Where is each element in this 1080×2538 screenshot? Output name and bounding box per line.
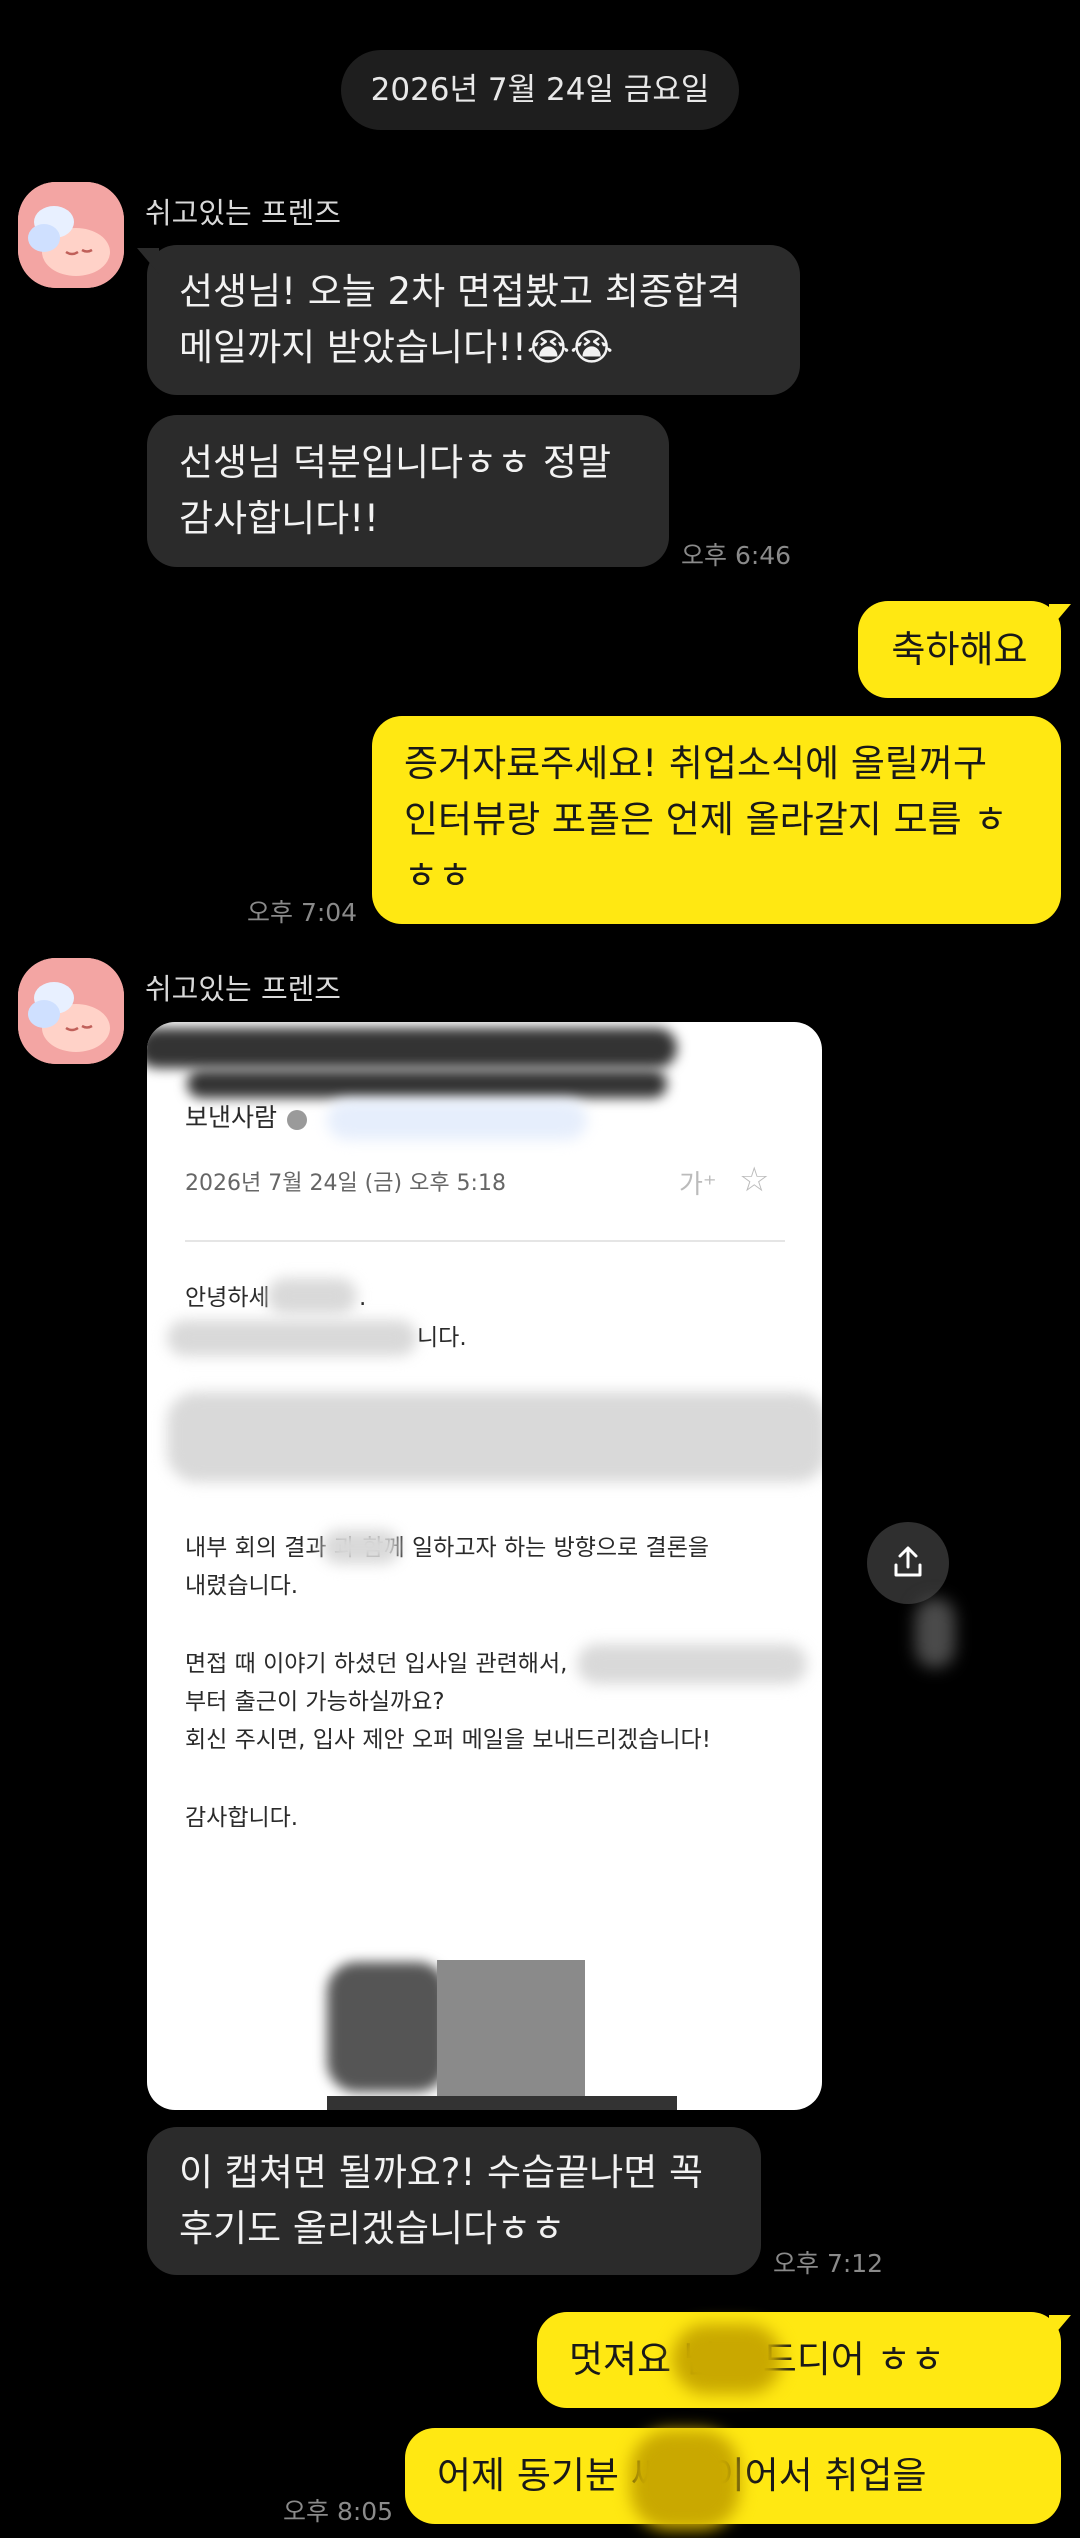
message-bubble-received[interactable]: 선생님 덕분입니다ㅎㅎ 정말 감사합니다!! xyxy=(147,415,669,567)
email-sender-label: 보낸사람 xyxy=(185,1103,278,1132)
email-line: 면접 때 이야기 하셨던 입사일 관련해서, xyxy=(185,1651,568,1677)
redacted-area xyxy=(327,1962,447,2092)
redacted-area xyxy=(167,1320,417,1356)
redacted-area xyxy=(672,2324,782,2394)
email-line: 내부 회의 결과 과 함께 일하고자 하는 방향으로 결론을 xyxy=(185,1535,710,1561)
divider xyxy=(185,1240,785,1242)
redacted-area xyxy=(630,2430,740,2530)
email-closing: 감사합니다. xyxy=(185,1805,299,1831)
redacted-area xyxy=(327,2096,677,2110)
peach-character-icon xyxy=(18,958,124,1064)
redacted-area xyxy=(437,1960,585,2100)
message-bubble-received[interactable]: 이 캡쳐면 될까요?! 수습끝나면 꼭 후기도 올리겠습니다ㅎㅎ xyxy=(147,2127,761,2275)
redacted-area xyxy=(167,1392,822,1482)
font-size-icon: 가⁺ xyxy=(679,1170,717,1200)
friend-avatar[interactable] xyxy=(18,182,124,288)
message-bubble-sent[interactable]: 멋져요 님도 드디어 ㅎㅎ xyxy=(537,2312,1061,2408)
email-screenshot-image[interactable]: 보낸사람 2026년 7월 24일 (금) 오후 5:18 가⁺ ☆ 안녕하세 … xyxy=(147,1022,822,2110)
email-line: 부터 출근이 가능하실까요? xyxy=(185,1689,445,1715)
email-greeting: 안녕하세 xyxy=(185,1285,270,1311)
message-bubble-sent[interactable]: 증거자료주세요! 취업소식에 올릴꺼구 인터뷰랑 포폴은 언제 올라갈지 모름 … xyxy=(372,716,1061,924)
email-line: 니다. xyxy=(417,1325,467,1351)
date-divider: 2026년 7월 24일 금요일 xyxy=(341,50,739,130)
redacted-area xyxy=(322,1530,400,1564)
email-line: 내렸습니다. xyxy=(185,1573,299,1599)
email-greeting-tail: . xyxy=(359,1285,367,1311)
star-outline-icon: ☆ xyxy=(739,1160,770,1200)
chevron-down-icon xyxy=(287,1110,307,1130)
redacted-area xyxy=(327,1100,587,1140)
redacted-area xyxy=(915,1598,955,1668)
message-bubble-received[interactable]: 선생님! 오늘 2차 면접봤고 최종합격 메일까지 받았습니다!!😭😭 xyxy=(147,245,800,395)
redacted-area xyxy=(267,1278,357,1314)
redacted-area xyxy=(187,1070,667,1098)
share-upload-icon xyxy=(894,1546,922,1577)
message-bubble-sent[interactable]: 축하해요 xyxy=(858,601,1061,698)
message-time: 오후 8:05 xyxy=(283,2497,394,2526)
email-line: 회신 주시면, 입사 제안 오퍼 메일을 보내드리겠습니다! xyxy=(185,1727,711,1753)
friend-avatar[interactable] xyxy=(18,958,124,1064)
message-time: 오후 7:12 xyxy=(773,2249,884,2278)
redacted-area xyxy=(147,1028,677,1068)
email-date: 2026년 7월 24일 (금) 오후 5:18 xyxy=(185,1171,506,1196)
redacted-area xyxy=(577,1644,807,1684)
message-time: 오후 6:46 xyxy=(681,541,792,570)
peach-character-icon xyxy=(18,182,124,288)
share-button[interactable] xyxy=(867,1522,949,1604)
sender-name: 쉬고있는 프렌즈 xyxy=(145,196,341,230)
message-time: 오후 7:04 xyxy=(247,898,358,927)
sender-name: 쉬고있는 프렌즈 xyxy=(145,972,341,1006)
